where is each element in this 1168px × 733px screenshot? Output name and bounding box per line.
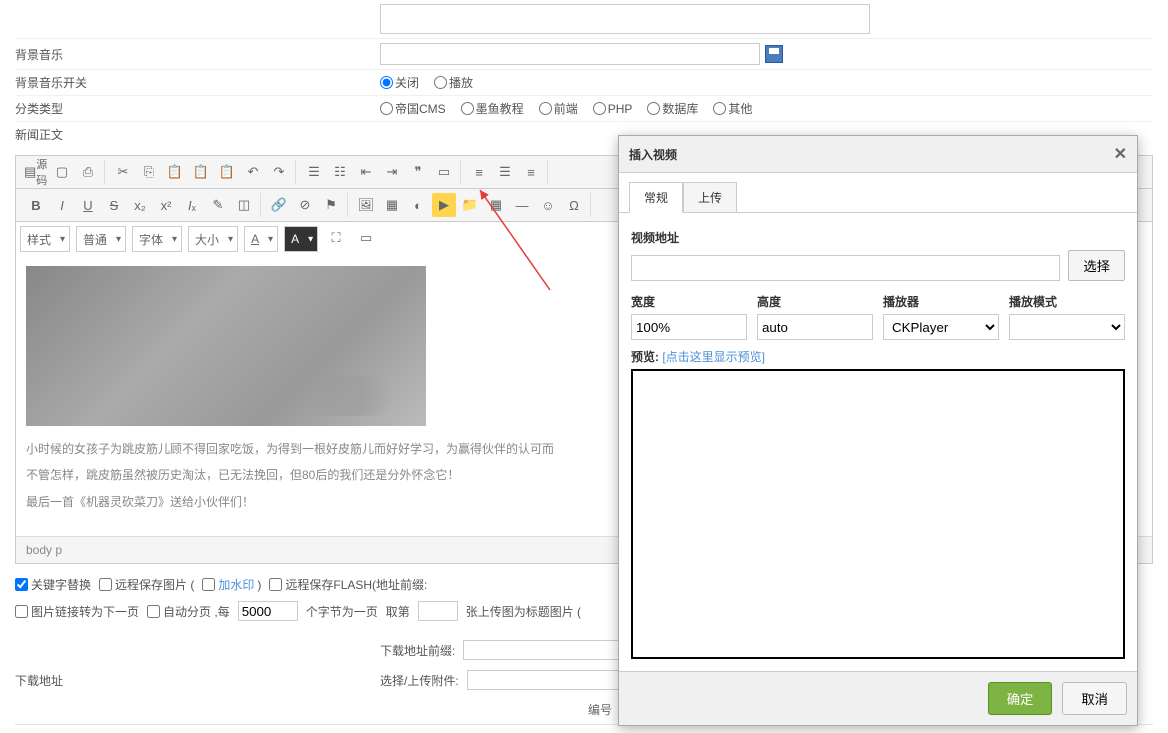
width-input[interactable]: [631, 314, 747, 340]
subscript-icon[interactable]: x₂: [128, 193, 152, 217]
keyword-replace-check[interactable]: 关键字替换: [15, 576, 91, 593]
file-icon[interactable]: 📁: [458, 193, 482, 217]
cat-other[interactable]: 其他: [713, 100, 752, 117]
img-link-next-check[interactable]: 图片链接转为下一页: [15, 603, 139, 620]
newpage-icon[interactable]: ▢: [50, 160, 74, 184]
preview-area: [631, 369, 1125, 659]
maximize-icon[interactable]: ⛶: [324, 226, 348, 250]
tab-upload[interactable]: 上传: [683, 182, 737, 213]
bg-music-label: 背景音乐: [15, 46, 380, 63]
font-select[interactable]: 字体: [132, 226, 182, 252]
dl-addr-label: 下载地址: [15, 672, 372, 689]
bg-music-input[interactable]: [380, 43, 760, 65]
save-icon[interactable]: [765, 45, 783, 63]
blocks-icon[interactable]: ▭: [354, 226, 378, 250]
dialog-title: 插入视频: [629, 146, 677, 163]
size-select[interactable]: 大小: [188, 226, 238, 252]
cat-db[interactable]: 数据库: [647, 100, 698, 117]
ok-button[interactable]: 确定: [988, 682, 1053, 715]
remote-img-check[interactable]: 远程保存图片 (: [99, 576, 194, 593]
content-image: [26, 266, 426, 426]
calendar-icon[interactable]: ▦: [380, 193, 404, 217]
remove-format-icon[interactable]: Iₓ: [180, 193, 204, 217]
close-icon[interactable]: ✕: [1114, 144, 1127, 164]
table-icon[interactable]: ▦: [484, 193, 508, 217]
remote-flash-check[interactable]: 远程保存FLASH(地址前缀:: [269, 576, 427, 593]
height-label: 高度: [757, 293, 873, 310]
player-select[interactable]: CKPlayer: [883, 314, 999, 340]
unlink-icon[interactable]: ⊘: [293, 193, 317, 217]
mode-label: 播放模式: [1009, 293, 1125, 310]
radio-close[interactable]: 关闭: [380, 74, 419, 91]
cat-php[interactable]: PHP: [593, 102, 633, 116]
emoji-icon[interactable]: ☺: [536, 193, 560, 217]
insert-video-dialog: 插入视频 ✕ 常规 上传 视频地址 选择 宽度 高度 播放器 CKPlayer: [618, 135, 1138, 726]
align-right-icon[interactable]: ≡: [519, 160, 543, 184]
hr-icon[interactable]: —: [510, 193, 534, 217]
textarea-field[interactable]: [380, 4, 870, 34]
image-icon[interactable]: 🖼: [354, 193, 378, 217]
preview-link[interactable]: [点击这里显示预览]: [662, 350, 765, 364]
category-label: 分类类型: [15, 100, 380, 117]
special-char-icon[interactable]: Ω: [562, 193, 586, 217]
cat-frontend[interactable]: 前端: [539, 100, 578, 117]
paste-word-icon[interactable]: 📋: [215, 160, 239, 184]
news-content-label: 新闻正文: [15, 126, 380, 143]
div-icon[interactable]: ▭: [432, 160, 456, 184]
video-select-button[interactable]: 选择: [1068, 250, 1125, 281]
link-icon[interactable]: 🔗: [267, 193, 291, 217]
upload-label: 选择/上传附件:: [380, 672, 459, 689]
height-input[interactable]: [757, 314, 873, 340]
watermark-check[interactable]: 加水印 ): [202, 576, 261, 593]
video-url-label: 视频地址: [631, 229, 1125, 246]
auto-page-input[interactable]: [238, 601, 298, 621]
italic-icon[interactable]: I: [50, 193, 74, 217]
flash-icon[interactable]: ◐: [406, 193, 430, 217]
player-label: 播放器: [883, 293, 999, 310]
strike-icon[interactable]: S: [102, 193, 126, 217]
highlight-icon[interactable]: ✎: [206, 193, 230, 217]
cancel-first-input[interactable]: [418, 601, 458, 621]
paste-icon[interactable]: 📋: [163, 160, 187, 184]
bg-color-select[interactable]: A: [284, 226, 318, 252]
superscript-icon[interactable]: x²: [154, 193, 178, 217]
bold-icon[interactable]: B: [24, 193, 48, 217]
video-icon[interactable]: ▶: [432, 193, 456, 217]
redo-icon[interactable]: ↷: [267, 160, 291, 184]
bullet-list-icon[interactable]: ☰: [302, 160, 326, 184]
mode-select[interactable]: [1009, 314, 1125, 340]
auto-page-check[interactable]: 自动分页 ,每: [147, 603, 230, 620]
copy-icon[interactable]: ⎘: [137, 160, 161, 184]
underline-icon[interactable]: U: [76, 193, 100, 217]
align-center-icon[interactable]: ☰: [493, 160, 517, 184]
cut-icon[interactable]: ✂: [111, 160, 135, 184]
bg-music-switch-label: 背景音乐开关: [15, 74, 380, 91]
undo-icon[interactable]: ↶: [241, 160, 265, 184]
width-label: 宽度: [631, 293, 747, 310]
radio-play[interactable]: 播放: [434, 74, 473, 91]
indent-icon[interactable]: ⇥: [380, 160, 404, 184]
cat-cms[interactable]: 帝国CMS: [380, 100, 446, 117]
eraser-icon[interactable]: ◫: [232, 193, 256, 217]
text-color-select[interactable]: A: [244, 226, 278, 252]
styles-select[interactable]: 样式: [20, 226, 70, 252]
preview-label: 预览:: [631, 350, 659, 364]
cat-moyu[interactable]: 墨鱼教程: [461, 100, 524, 117]
cancel-button[interactable]: 取消: [1062, 682, 1127, 715]
dl-prefix-label: 下载地址前缀:: [380, 642, 455, 659]
video-url-input[interactable]: [631, 255, 1060, 281]
paste-text-icon[interactable]: 📋: [189, 160, 213, 184]
format-select[interactable]: 普通: [76, 226, 126, 252]
outdent-icon[interactable]: ⇤: [354, 160, 378, 184]
print-icon[interactable]: ⎙: [76, 160, 100, 184]
number-list-icon[interactable]: ☷: [328, 160, 352, 184]
source-button[interactable]: ▤ 源码: [24, 160, 48, 184]
anchor-icon[interactable]: ⚑: [319, 193, 343, 217]
align-left-icon[interactable]: ≡: [467, 160, 491, 184]
tab-general[interactable]: 常规: [629, 182, 683, 213]
quote-icon[interactable]: ❞: [406, 160, 430, 184]
